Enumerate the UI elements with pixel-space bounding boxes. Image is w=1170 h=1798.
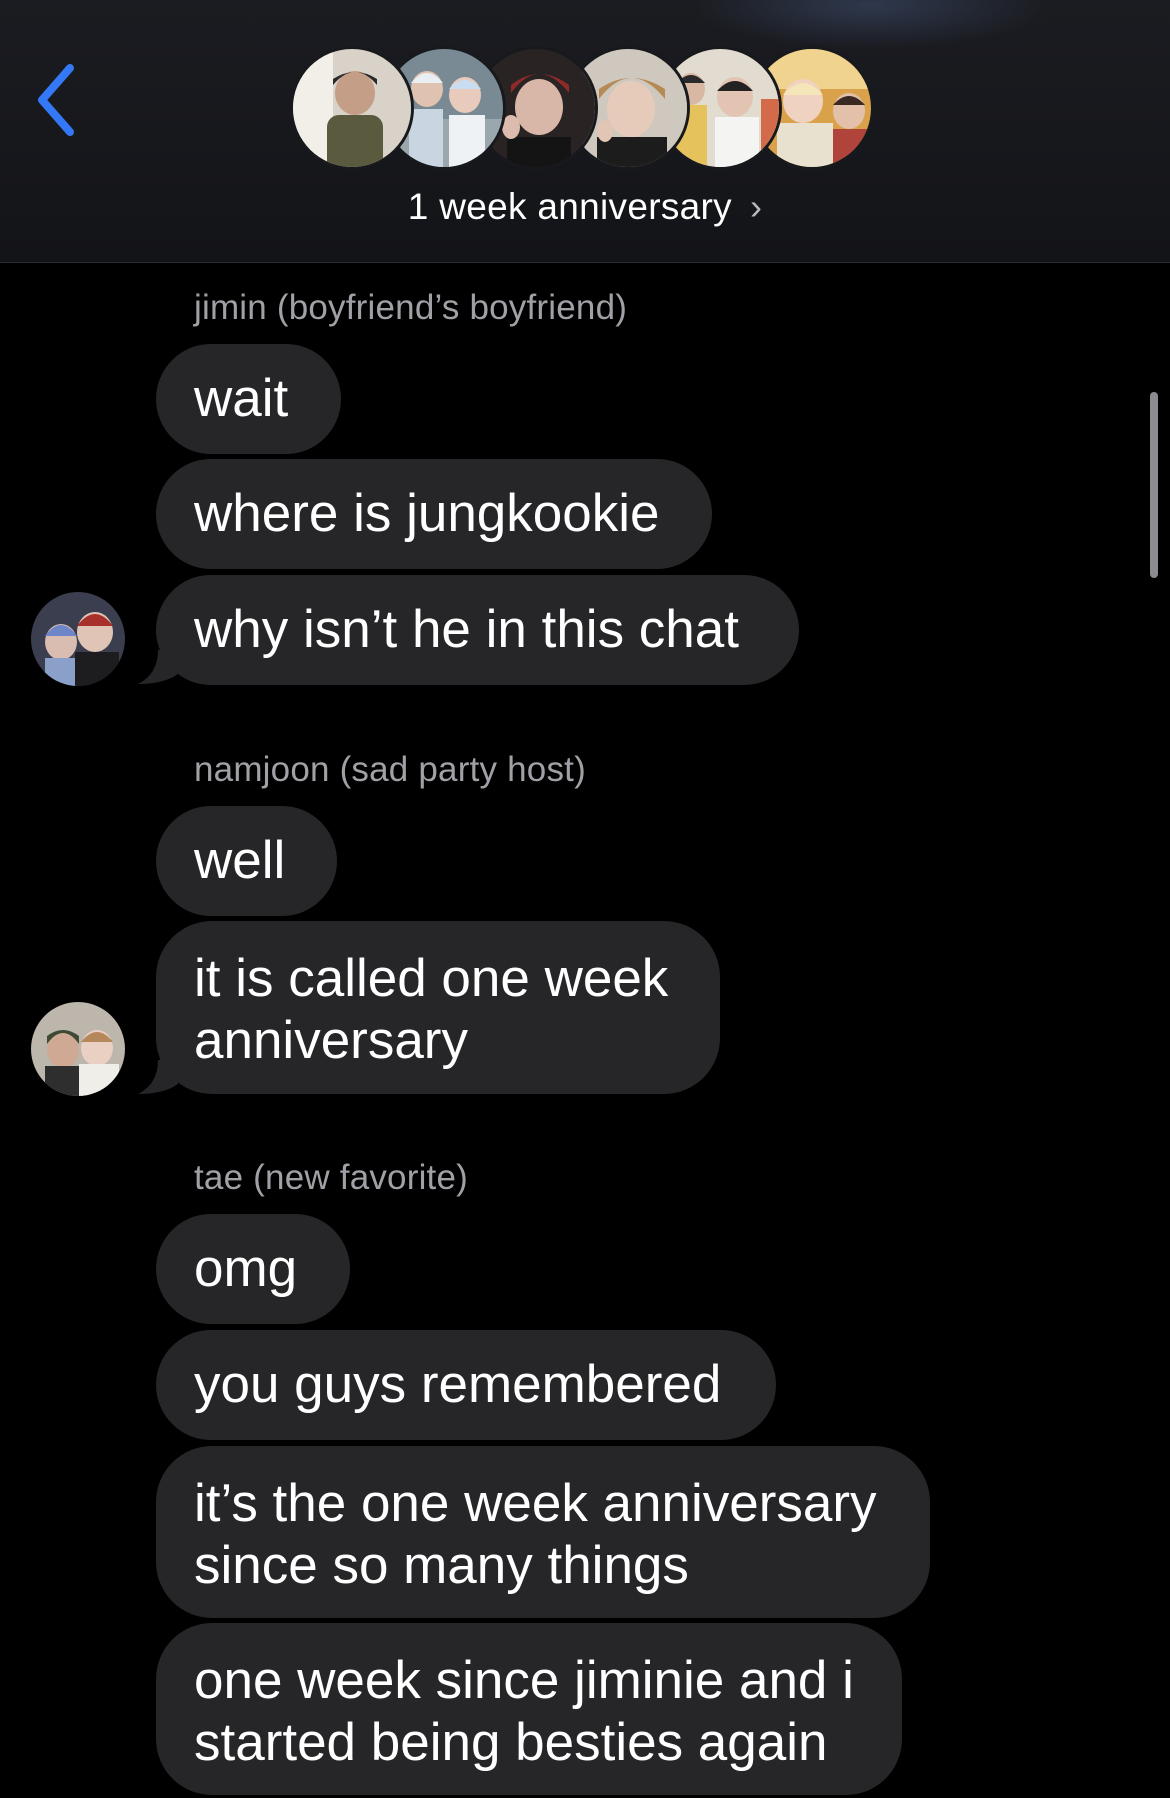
- group-avatars[interactable]: [290, 46, 890, 172]
- message-bubble[interactable]: wait: [156, 344, 341, 454]
- message-bubble[interactable]: well: [156, 806, 337, 916]
- bubble-tail: [138, 1060, 178, 1094]
- sender-avatar[interactable]: [31, 1002, 125, 1096]
- group-name: 1 week anniversary: [407, 186, 732, 227]
- message-bubble[interactable]: omg: [156, 1214, 350, 1324]
- sender-name: namjoon (sad party host): [194, 750, 586, 789]
- message-bubble[interactable]: you guys remembered: [156, 1330, 776, 1440]
- message-bubble[interactable]: it is called one week anniversary: [156, 921, 720, 1094]
- member-avatar: [290, 46, 414, 170]
- back-button[interactable]: [34, 60, 84, 140]
- chat-header: 1 week anniversary ›: [0, 0, 1170, 263]
- header-glow: [690, 0, 1050, 50]
- message-bubble[interactable]: it’s the one week anniversary since so m…: [156, 1446, 930, 1618]
- bubble-tail: [138, 650, 178, 684]
- sender-name: jimin (boyfriend’s boyfriend): [194, 288, 628, 327]
- sender-avatar[interactable]: [31, 592, 125, 686]
- scrollbar[interactable]: [1150, 392, 1158, 578]
- sender-name: tae (new favorite): [194, 1158, 468, 1197]
- message-bubble[interactable]: why isn’t he in this chat: [156, 575, 799, 685]
- message-bubble[interactable]: one week since jiminie and i started bei…: [156, 1623, 902, 1795]
- message-bubble[interactable]: where is jungkookie: [156, 459, 712, 569]
- group-name-button[interactable]: 1 week anniversary ›: [0, 186, 1170, 228]
- chevron-left-icon: [38, 64, 74, 136]
- chevron-right-icon: ›: [749, 186, 763, 227]
